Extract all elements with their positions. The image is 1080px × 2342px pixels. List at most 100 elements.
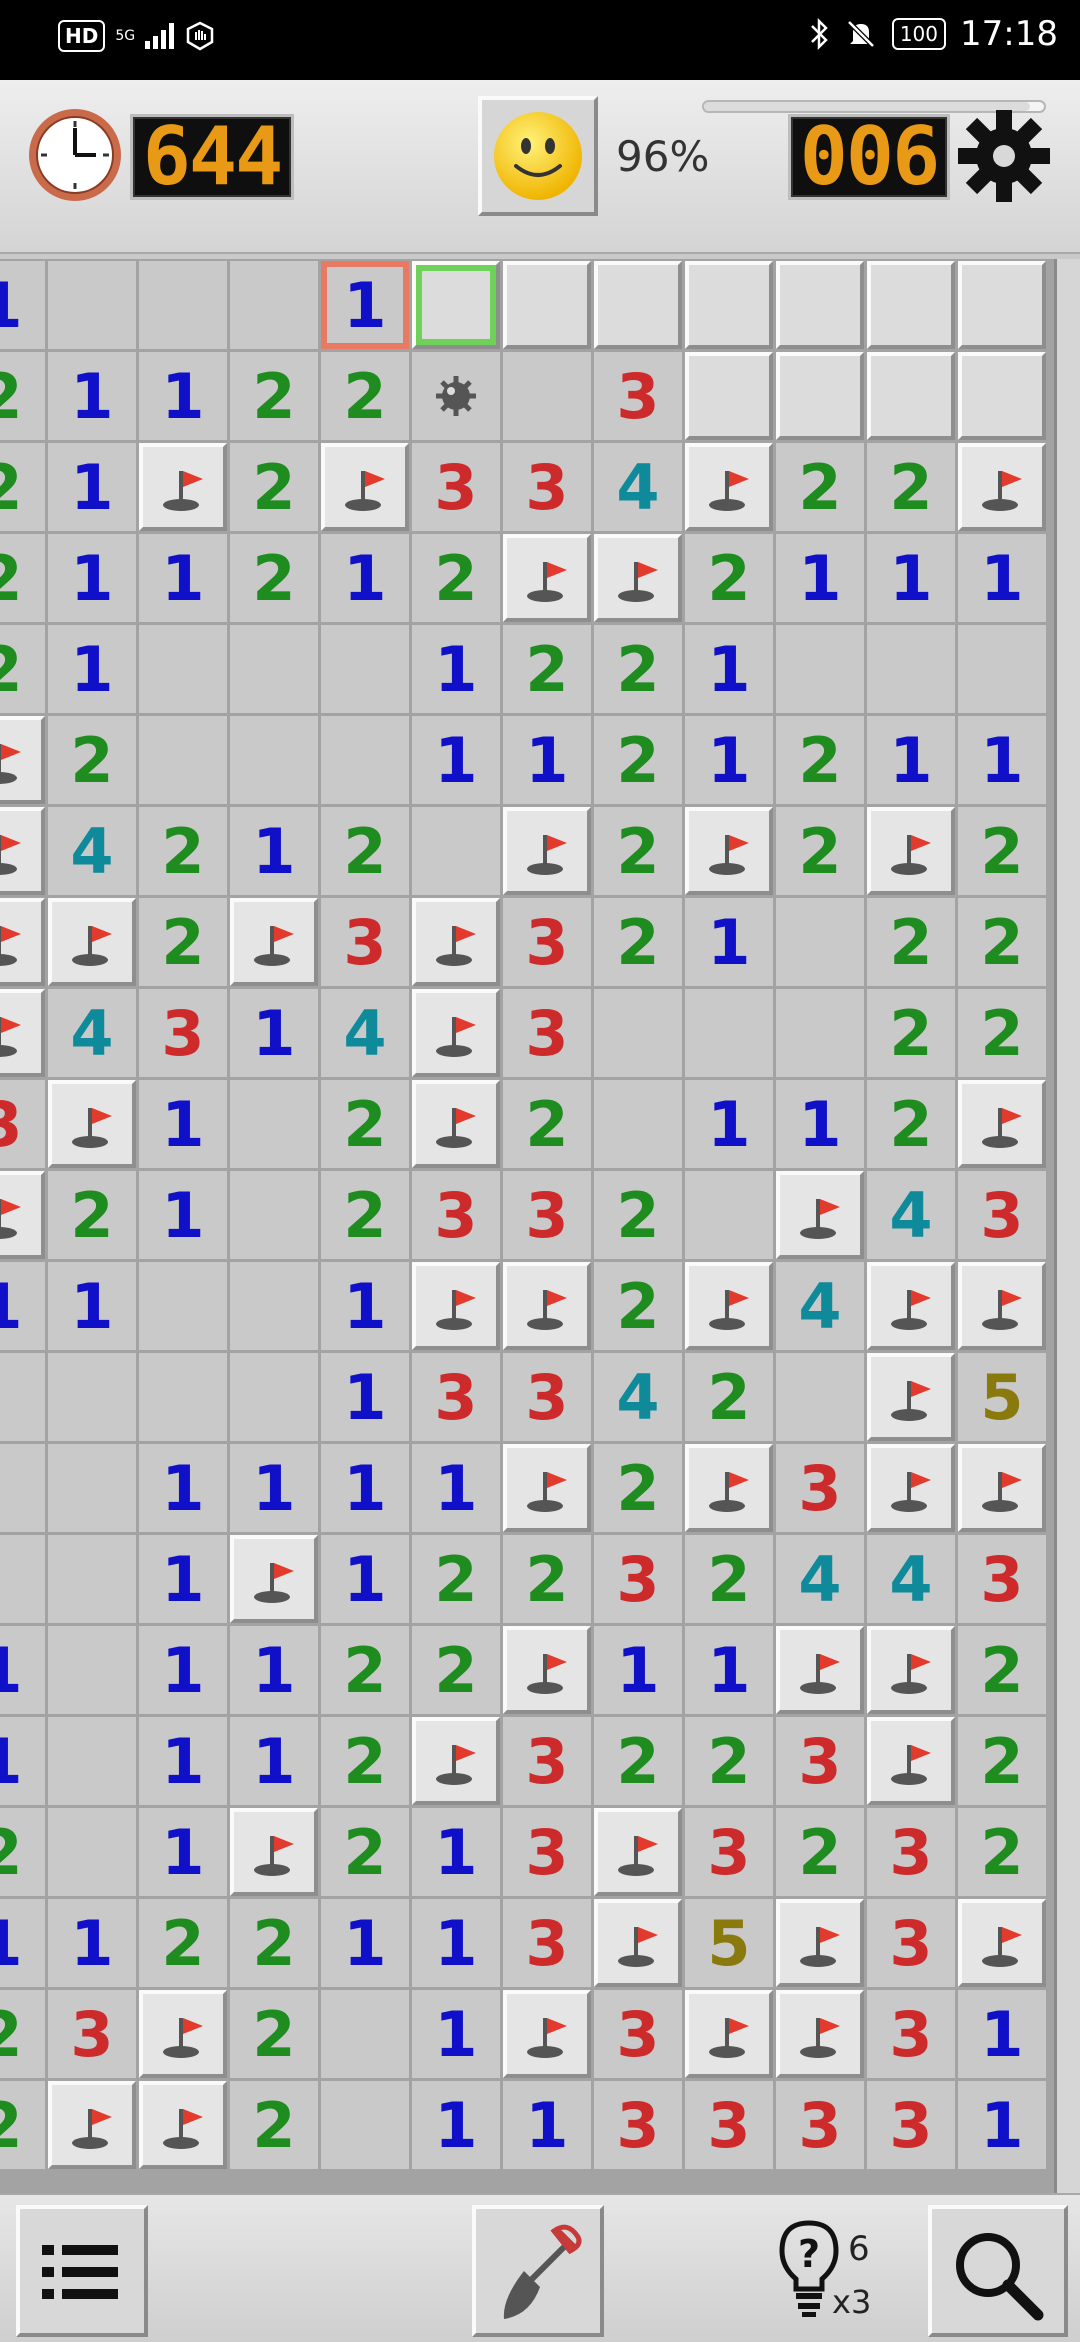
hidden-cell[interactable] [867, 261, 955, 349]
number-cell[interactable]: 3 [321, 898, 409, 986]
number-cell[interactable]: 2 [321, 807, 409, 895]
number-cell[interactable]: 1 [230, 1717, 318, 1805]
number-cell[interactable]: 2 [0, 2081, 45, 2169]
hidden-cell[interactable] [503, 261, 591, 349]
mine-cell[interactable] [412, 352, 500, 440]
empty-cell[interactable] [139, 625, 227, 713]
number-cell[interactable]: 1 [48, 625, 136, 713]
number-cell[interactable]: 1 [867, 534, 955, 622]
flagged-cell[interactable] [412, 989, 500, 1077]
number-cell[interactable]: 2 [139, 807, 227, 895]
flagged-cell[interactable] [48, 1080, 136, 1168]
hidden-cell[interactable] [776, 352, 864, 440]
number-cell[interactable]: 3 [594, 1990, 682, 2078]
flagged-cell[interactable] [958, 1262, 1046, 1350]
number-cell[interactable]: 1 [0, 261, 45, 349]
empty-cell[interactable] [321, 716, 409, 804]
number-cell[interactable]: 1 [776, 534, 864, 622]
flagged-cell[interactable] [776, 1899, 864, 1987]
empty-cell[interactable] [230, 1171, 318, 1259]
flagged-cell[interactable] [412, 1080, 500, 1168]
number-cell[interactable]: 2 [685, 1353, 773, 1441]
number-cell[interactable]: 1 [412, 1899, 500, 1987]
number-cell[interactable]: 2 [867, 898, 955, 986]
number-cell[interactable]: 2 [321, 1717, 409, 1805]
empty-cell[interactable] [139, 261, 227, 349]
empty-cell[interactable] [48, 1808, 136, 1896]
flagged-cell[interactable] [867, 1717, 955, 1805]
empty-cell[interactable] [685, 1171, 773, 1259]
number-cell[interactable]: 3 [139, 989, 227, 1077]
number-cell[interactable]: 1 [958, 1990, 1046, 2078]
number-cell[interactable]: 2 [0, 1808, 45, 1896]
flagged-cell[interactable] [594, 534, 682, 622]
zoom-button[interactable] [928, 2205, 1068, 2337]
flagged-cell[interactable] [958, 443, 1046, 531]
number-cell[interactable]: 2 [230, 534, 318, 622]
number-cell[interactable]: 3 [776, 2081, 864, 2169]
hidden-cell[interactable] [685, 352, 773, 440]
number-cell[interactable]: 2 [776, 807, 864, 895]
number-cell[interactable]: 3 [503, 1171, 591, 1259]
number-cell[interactable]: 2 [958, 989, 1046, 1077]
number-cell[interactable]: 3 [503, 1808, 591, 1896]
number-cell[interactable]: 2 [594, 1262, 682, 1350]
number-cell[interactable]: 1 [139, 1626, 227, 1714]
number-cell[interactable]: 3 [867, 1808, 955, 1896]
number-cell[interactable]: 2 [0, 1990, 45, 2078]
number-cell[interactable]: 1 [594, 1626, 682, 1714]
number-cell[interactable]: 1 [139, 1171, 227, 1259]
number-cell[interactable]: 2 [503, 1080, 591, 1168]
number-cell[interactable]: 4 [867, 1535, 955, 1623]
number-cell[interactable]: 3 [594, 1535, 682, 1623]
number-cell[interactable]: 2 [0, 534, 45, 622]
number-cell[interactable]: 3 [867, 2081, 955, 2169]
number-cell[interactable]: 3 [503, 1353, 591, 1441]
number-cell[interactable]: 2 [594, 716, 682, 804]
number-cell[interactable]: 1 [230, 989, 318, 1077]
number-cell[interactable]: 4 [48, 989, 136, 1077]
number-cell[interactable]: 2 [230, 443, 318, 531]
number-cell[interactable]: 2 [958, 1717, 1046, 1805]
number-cell[interactable]: 1 [776, 1080, 864, 1168]
flagged-cell[interactable] [776, 1626, 864, 1714]
number-cell[interactable]: 3 [594, 352, 682, 440]
number-cell[interactable]: 2 [594, 1717, 682, 1805]
number-cell[interactable]: 2 [0, 352, 45, 440]
flagged-cell[interactable] [503, 1626, 591, 1714]
flagged-cell[interactable] [0, 1171, 45, 1259]
number-cell[interactable]: 3 [503, 443, 591, 531]
flagged-cell[interactable] [958, 1080, 1046, 1168]
flagged-cell[interactable] [412, 1262, 500, 1350]
hidden-cell[interactable] [958, 261, 1046, 349]
number-cell[interactable]: 2 [685, 1535, 773, 1623]
empty-cell[interactable] [321, 1990, 409, 2078]
number-cell[interactable]: 4 [594, 443, 682, 531]
number-cell[interactable]: 1 [321, 1444, 409, 1532]
flagged-cell[interactable] [139, 1990, 227, 2078]
number-cell[interactable]: 1 [685, 898, 773, 986]
number-cell[interactable]: 1 [48, 1899, 136, 1987]
number-cell[interactable]: 1 [503, 2081, 591, 2169]
empty-cell[interactable] [776, 898, 864, 986]
number-cell[interactable]: 1 [0, 1262, 45, 1350]
number-cell[interactable]: 2 [412, 1626, 500, 1714]
number-cell[interactable]: 4 [776, 1262, 864, 1350]
number-cell[interactable]: 2 [412, 1535, 500, 1623]
empty-cell[interactable] [321, 2081, 409, 2169]
number-cell[interactable]: 3 [867, 1990, 955, 2078]
flagged-cell[interactable] [867, 1626, 955, 1714]
flagged-cell[interactable] [0, 898, 45, 986]
number-cell[interactable]: 1 [503, 716, 591, 804]
number-cell[interactable]: 2 [503, 625, 591, 713]
number-cell[interactable]: 1 [412, 1990, 500, 2078]
number-cell[interactable]: 2 [958, 1808, 1046, 1896]
number-cell[interactable]: 3 [503, 1899, 591, 1987]
number-cell[interactable]: 3 [776, 1444, 864, 1532]
selected-cell-green[interactable] [412, 261, 500, 349]
number-cell[interactable]: 4 [321, 989, 409, 1077]
number-cell[interactable]: 3 [412, 1171, 500, 1259]
flagged-cell[interactable] [594, 1899, 682, 1987]
number-cell[interactable]: 1 [321, 1262, 409, 1350]
number-cell[interactable]: 1 [958, 534, 1046, 622]
